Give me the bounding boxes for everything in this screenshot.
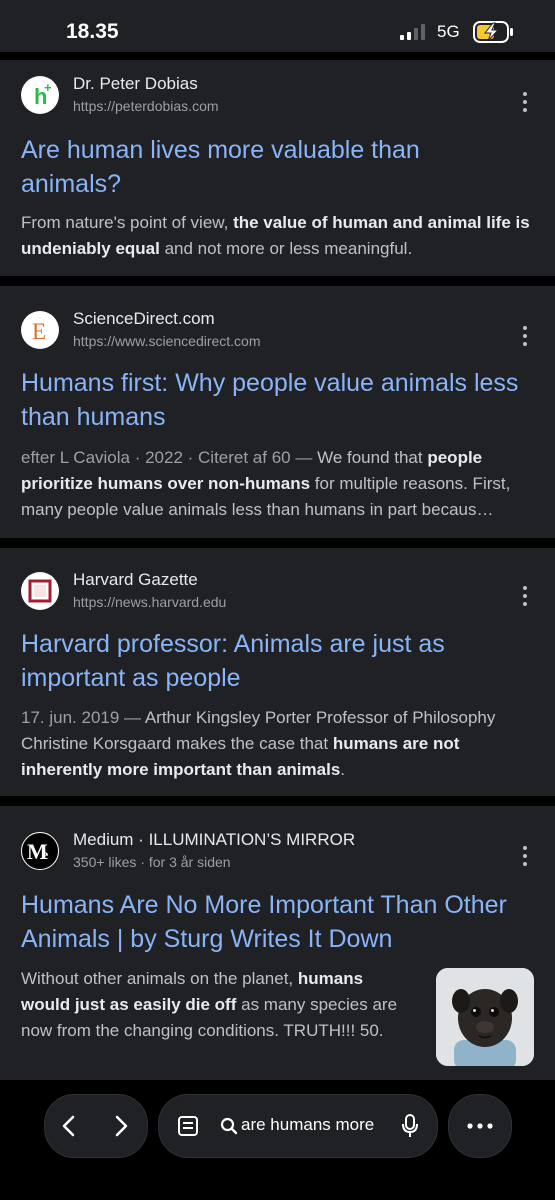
result-thumbnail[interactable]	[436, 968, 534, 1066]
site-url[interactable]: https://news.harvard.edu	[73, 594, 226, 610]
svg-text:e: e	[42, 848, 48, 863]
search-result[interactable]: E ScienceDirect.com https://www.scienced…	[0, 286, 555, 538]
site-url[interactable]: https://peterdobias.com	[73, 98, 219, 114]
result-snippet: 17. jun. 2019 — Arthur Kingsley Porter P…	[21, 708, 496, 779]
result-snippet: Without other animals on the planet, hum…	[21, 969, 398, 1040]
signal-icon	[400, 24, 425, 40]
result-title-link[interactable]: Humans first: Why people value animals l…	[21, 366, 536, 434]
search-icon	[220, 1117, 238, 1135]
site-url[interactable]: https://www.sciencedirect.com	[73, 333, 261, 349]
site-favicon: E	[21, 311, 59, 349]
bottom-toolbar: are humans more	[0, 1080, 555, 1200]
pug-dog-image	[436, 968, 534, 1066]
medium-logo-icon: M e	[27, 839, 48, 864]
battery-charging-icon	[473, 21, 513, 43]
result-snippet: From nature's point of view, the value o…	[21, 213, 530, 258]
more-options-icon[interactable]	[520, 326, 530, 350]
more-menu-button[interactable]	[448, 1094, 512, 1158]
site-favicon	[21, 572, 59, 610]
peterdobias-logo-icon: h +	[34, 80, 52, 109]
status-bar: 18.35 5G	[0, 0, 555, 52]
result-snippet: efter L Caviola · 2022 · Citeret af 60 —…	[21, 448, 511, 519]
chevron-left-icon	[62, 1115, 75, 1137]
result-title-link[interactable]: Harvard professor: Animals are just as i…	[21, 627, 536, 695]
search-query-text[interactable]: are humans more	[241, 1115, 381, 1135]
search-result[interactable]: h + Dr. Peter Dobias https://peterdobias…	[0, 60, 555, 276]
chevron-right-icon	[115, 1115, 128, 1137]
site-name[interactable]: Harvard Gazette	[73, 570, 198, 590]
tabs-menu-icon[interactable]	[177, 1115, 199, 1137]
site-favicon: h +	[21, 76, 59, 114]
network-label: 5G	[437, 22, 460, 41]
more-horizontal-icon	[467, 1123, 493, 1129]
site-name[interactable]: Dr. Peter Dobias	[73, 74, 198, 94]
elsevier-logo-icon: E	[32, 319, 46, 344]
more-options-icon[interactable]	[520, 92, 530, 116]
navigation-pill	[44, 1094, 148, 1158]
microphone-icon[interactable]	[400, 1113, 420, 1139]
site-name[interactable]: Medium · ILLUMINATION’S MIRROR	[73, 830, 355, 850]
result-meta: 350+ likes · for 3 år siden	[73, 854, 231, 870]
more-options-icon[interactable]	[520, 586, 530, 610]
svg-text:+: +	[44, 80, 52, 95]
status-time: 18.35	[66, 20, 119, 43]
svg-text:E: E	[32, 319, 46, 344]
forward-button[interactable]	[101, 1106, 141, 1146]
address-bar[interactable]: are humans more	[158, 1094, 438, 1158]
harvard-gazette-logo-icon	[28, 579, 52, 603]
site-favicon: M e	[21, 832, 59, 870]
search-result[interactable]: M e Medium · ILLUMINATION’S MIRROR 350+ …	[0, 806, 555, 1080]
result-title-link[interactable]: Are human lives more valuable than anima…	[21, 133, 536, 201]
result-title-link[interactable]: Humans Are No More Important Than Other …	[21, 888, 536, 956]
search-result[interactable]: Harvard Gazette https://news.harvard.edu…	[0, 548, 555, 796]
more-options-icon[interactable]	[520, 846, 530, 870]
back-button[interactable]	[49, 1106, 89, 1146]
site-name[interactable]: ScienceDirect.com	[73, 309, 215, 329]
